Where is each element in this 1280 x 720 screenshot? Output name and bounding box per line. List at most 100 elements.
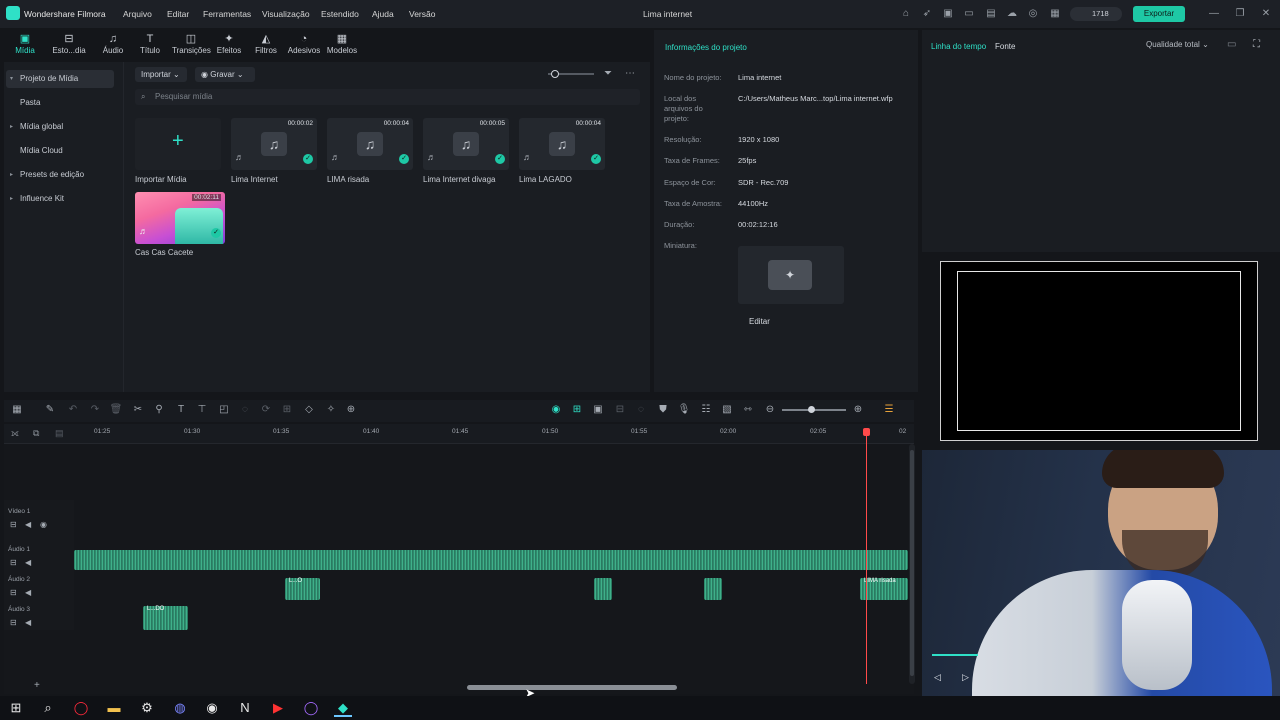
tab-font[interactable]: Fonte <box>995 42 1015 51</box>
fullscreen-icon[interactable]: ⛶ <box>1253 39 1260 50</box>
speaker-icon[interactable]: ◀ <box>25 588 31 597</box>
app-icon[interactable]: ◯ <box>302 699 320 717</box>
filmora-taskbar-icon[interactable]: ◆ <box>334 699 352 717</box>
audio-clip[interactable] <box>74 550 908 570</box>
picture-icon[interactable]: ▧ <box>720 404 734 415</box>
menu-estendido[interactable]: Estendido <box>321 9 359 19</box>
cloud-icon[interactable]: ☁ <box>1006 8 1018 20</box>
save-icon[interactable]: ▤ <box>985 8 997 20</box>
menu-editar[interactable]: Editar <box>167 9 189 19</box>
tool-templates[interactable]: ▦ Modelos <box>324 32 360 55</box>
folder-icon[interactable]: ⊟ <box>10 588 17 597</box>
discord-icon[interactable]: ◍ <box>171 699 189 717</box>
tool-audio[interactable]: ♫ Áudio <box>96 32 130 55</box>
settings-icon[interactable]: ⚙ <box>138 699 156 717</box>
folder-icon[interactable]: ⊟ <box>10 520 17 529</box>
sidebar-item-cloud-media[interactable]: Mídia Cloud <box>6 142 114 160</box>
media-card-audio[interactable]: ♫ 00:00:02 ♬ ✓ <box>231 118 317 170</box>
sidebar-item-folder[interactable]: Pasta <box>6 94 114 112</box>
motion-icon[interactable]: ◌ <box>634 404 648 415</box>
undo-icon[interactable]: ↶ <box>66 404 80 415</box>
sidebar-item-project-media[interactable]: ▾ Projeto de Mídia <box>6 70 114 88</box>
play-icon[interactable]: ▷ <box>962 672 969 683</box>
mixer-icon[interactable]: ☷ <box>699 404 713 415</box>
media-card-video[interactable]: 00:02:11 ♬ ✓ <box>135 192 225 244</box>
thumb-size-slider[interactable] <box>548 70 594 78</box>
rotate-icon[interactable]: ⟳ <box>259 404 273 415</box>
track-settings-icon[interactable]: ▤ <box>55 428 64 439</box>
media-card-audio[interactable]: ♫ 00:00:04 ♬ ✓ <box>327 118 413 170</box>
menu-arquivo[interactable]: Arquivo <box>123 9 152 19</box>
opera-icon[interactable]: ◯ <box>72 699 90 717</box>
speed-icon[interactable]: ◌ <box>238 404 252 415</box>
folder-icon[interactable]: ⊟ <box>10 558 17 567</box>
adjust-icon[interactable]: ⊕ <box>344 404 358 415</box>
credits-badge[interactable]: 1718 <box>1070 7 1122 21</box>
close-icon[interactable]: ✕ <box>1260 8 1272 20</box>
record-button[interactable]: ◉ Gravar ⌄ <box>195 67 255 82</box>
obs-icon[interactable]: ◉ <box>203 699 221 717</box>
speaker-icon[interactable]: ◀ <box>25 558 31 567</box>
vertical-scrollbar[interactable] <box>909 444 915 684</box>
audio-clip[interactable]: L...O <box>285 578 320 600</box>
headset-icon[interactable]: ◎ <box>1027 8 1039 20</box>
playhead[interactable] <box>863 428 870 684</box>
ai-icon[interactable]: ✧ <box>324 404 338 415</box>
import-button[interactable]: Importar ⌄ <box>135 67 187 82</box>
prev-frame-icon[interactable]: ◁ <box>934 672 941 683</box>
folder-icon[interactable]: ⊟ <box>10 618 17 627</box>
tool-stock-media[interactable]: ⊟ Esto...dia <box>52 32 86 55</box>
search-input[interactable]: ⌕ Pesquisar mídia <box>135 89 640 105</box>
marker-icon[interactable]: ▣ <box>591 404 605 415</box>
import-media-card[interactable]: + <box>135 118 221 170</box>
gift-icon[interactable]: ⌂ <box>900 8 912 20</box>
display-icon[interactable]: ▭ <box>963 8 975 20</box>
link-track-icon[interactable]: ⧉ <box>33 428 39 439</box>
speaker-icon[interactable]: ◀ <box>25 520 31 529</box>
zoom-slider-handle[interactable] <box>808 406 815 413</box>
link-icon[interactable]: ⊟ <box>613 404 627 415</box>
audio-clip[interactable]: LIMA risada <box>860 578 908 600</box>
tool-stickers[interactable]: ◔ Adesivos <box>286 32 322 55</box>
keyframe-icon[interactable]: ◇ <box>302 404 316 415</box>
redo-icon[interactable]: ↷ <box>88 404 102 415</box>
media-card-audio[interactable]: ♫ 00:00:05 ♬ ✓ <box>423 118 509 170</box>
more-icon[interactable]: ⋯ <box>625 68 635 79</box>
shield-icon[interactable]: ⛊ <box>656 404 670 415</box>
menu-ferramentas[interactable]: Ferramentas <box>203 9 251 19</box>
stretch-icon[interactable]: ⇿ <box>741 404 755 415</box>
menu-visualizacao[interactable]: Visualização <box>262 9 310 19</box>
sidebar-item-edit-presets[interactable]: ▸ Presets de edição <box>6 166 114 184</box>
file-explorer-icon[interactable]: ▬ <box>105 699 123 717</box>
youtube-icon[interactable]: ▶ <box>269 699 287 717</box>
search-icon[interactable]: ⌕ <box>39 699 57 717</box>
ai-text-icon[interactable]: ⊤ <box>195 404 209 415</box>
eye-icon[interactable]: ◉ <box>40 520 47 529</box>
microphone-icon[interactable]: 🎙 <box>677 404 691 415</box>
horizontal-scrollbar[interactable] <box>467 685 677 690</box>
send-icon[interactable]: ➶ <box>921 8 933 20</box>
playhead-handle[interactable] <box>863 428 870 436</box>
cut-icon[interactable]: ✂ <box>131 404 145 415</box>
timeline-menu-icon[interactable]: ☰ <box>882 404 896 415</box>
screen-icon[interactable]: ▣ <box>942 8 954 20</box>
tool-media[interactable]: ▣ Mídia <box>8 32 42 55</box>
text-icon[interactable]: T <box>174 404 188 415</box>
windows-start-icon[interactable]: ⊞ <box>7 699 25 717</box>
tool-title[interactable]: T Título <box>133 32 167 55</box>
tab-timeline[interactable]: Linha do tempo <box>931 42 986 51</box>
zoom-out-icon[interactable]: ⊖ <box>763 404 777 415</box>
vertical-scroll-thumb[interactable] <box>910 450 914 676</box>
zoom-in-icon[interactable]: ⊕ <box>851 404 865 415</box>
layout-icon[interactable]: ▦ <box>10 404 24 415</box>
media-card-audio[interactable]: ♫ 00:00:04 ♬ ✓ <box>519 118 605 170</box>
minimize-icon[interactable]: — <box>1208 8 1220 20</box>
thumbnail-box[interactable]: ✦ <box>738 246 844 304</box>
maximize-icon[interactable]: ❐ <box>1234 8 1246 20</box>
edit-thumbnail-button[interactable]: Editar <box>749 317 770 326</box>
magnet-icon[interactable]: ⟗ <box>11 428 19 439</box>
slider-handle[interactable] <box>551 70 559 78</box>
notion-icon[interactable]: N <box>236 699 254 717</box>
zoom-slider[interactable] <box>782 406 846 413</box>
grid-icon[interactable]: ▦ <box>1049 8 1061 20</box>
